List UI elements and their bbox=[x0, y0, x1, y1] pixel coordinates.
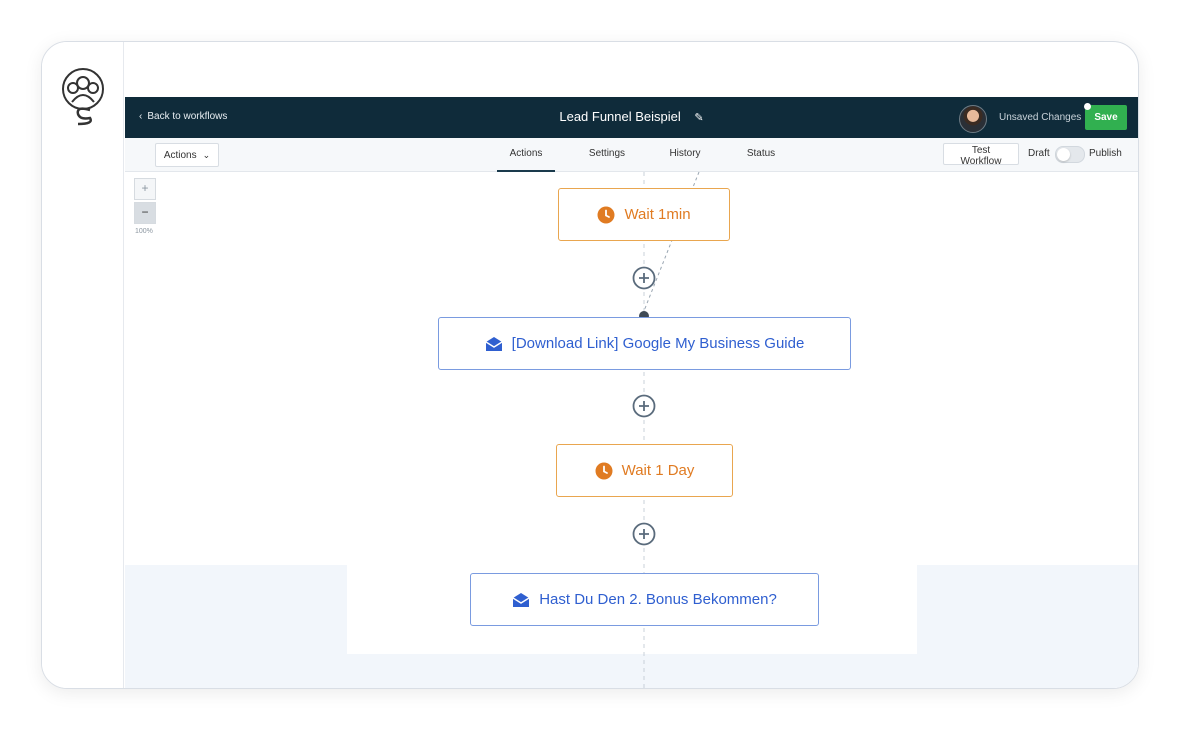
mail-icon bbox=[485, 336, 503, 351]
workflow-builder: ‹ Back to workflows Lead Funnel Beispiel… bbox=[125, 97, 1138, 688]
node-label: [Download Link] Google My Business Guide bbox=[511, 335, 805, 352]
clock-icon bbox=[595, 462, 613, 479]
add-step-button[interactable] bbox=[632, 522, 656, 546]
save-button[interactable]: Save bbox=[1085, 105, 1127, 130]
mail-icon bbox=[512, 592, 530, 607]
unsaved-changes-label: Unsaved Changes bbox=[999, 112, 1082, 123]
email-step-node[interactable]: Hast Du Den 2. Bonus Bekommen? bbox=[470, 573, 819, 626]
node-label: Wait 1min bbox=[624, 206, 691, 223]
app-frame: ‹ Back to workflows Lead Funnel Beispiel… bbox=[41, 41, 1139, 689]
workflow-name[interactable]: Lead Funnel Beispiel bbox=[559, 109, 680, 124]
workflow-canvas[interactable]: + − 100% Wait 1min [Download Link] Googl… bbox=[125, 172, 1138, 688]
publish-toggle[interactable] bbox=[1055, 146, 1085, 163]
chevron-down-icon: ⌄ bbox=[202, 149, 211, 160]
chevron-left-icon: ‹ bbox=[139, 111, 143, 122]
tab-status[interactable]: Status bbox=[745, 148, 777, 170]
add-step-button[interactable] bbox=[632, 266, 656, 290]
test-workflow-button[interactable]: Test Workflow bbox=[943, 143, 1019, 167]
zoom-level: 100% bbox=[135, 228, 153, 235]
avatar[interactable] bbox=[959, 105, 987, 133]
left-rail bbox=[42, 42, 124, 688]
draft-label: Draft bbox=[1028, 148, 1050, 159]
actions-dropdown-label: Actions bbox=[163, 149, 197, 161]
actions-dropdown[interactable]: Actions ⌄ bbox=[155, 143, 219, 167]
toolbar: Actions ⌄ Actions Settings History Statu… bbox=[125, 138, 1138, 172]
clock-icon bbox=[597, 206, 615, 223]
wait-step-node[interactable]: Wait 1 Day bbox=[556, 444, 733, 497]
tab-actions[interactable]: Actions bbox=[497, 148, 555, 172]
node-label: Hast Du Den 2. Bonus Bekommen? bbox=[539, 591, 777, 608]
zoom-out-button[interactable]: − bbox=[134, 202, 156, 224]
publish-label: Publish bbox=[1089, 148, 1122, 159]
tab-settings[interactable]: Settings bbox=[585, 148, 629, 170]
logo-icon bbox=[62, 68, 104, 126]
zoom-in-button[interactable]: + bbox=[134, 178, 156, 200]
back-link-label: Back to workflows bbox=[147, 111, 228, 122]
email-step-node[interactable]: [Download Link] Google My Business Guide bbox=[438, 317, 851, 370]
add-step-button[interactable] bbox=[632, 394, 656, 418]
unsaved-dot-indicator bbox=[1084, 103, 1091, 110]
back-to-workflows-link[interactable]: ‹ Back to workflows bbox=[139, 111, 227, 122]
node-label: Wait 1 Day bbox=[621, 462, 695, 479]
top-bar: ‹ Back to workflows Lead Funnel Beispiel… bbox=[125, 97, 1138, 138]
tab-history[interactable]: History bbox=[667, 148, 703, 170]
wait-step-node[interactable]: Wait 1min bbox=[558, 188, 730, 241]
pencil-icon[interactable]: ✎ bbox=[694, 111, 703, 124]
toggle-knob bbox=[1057, 148, 1070, 161]
